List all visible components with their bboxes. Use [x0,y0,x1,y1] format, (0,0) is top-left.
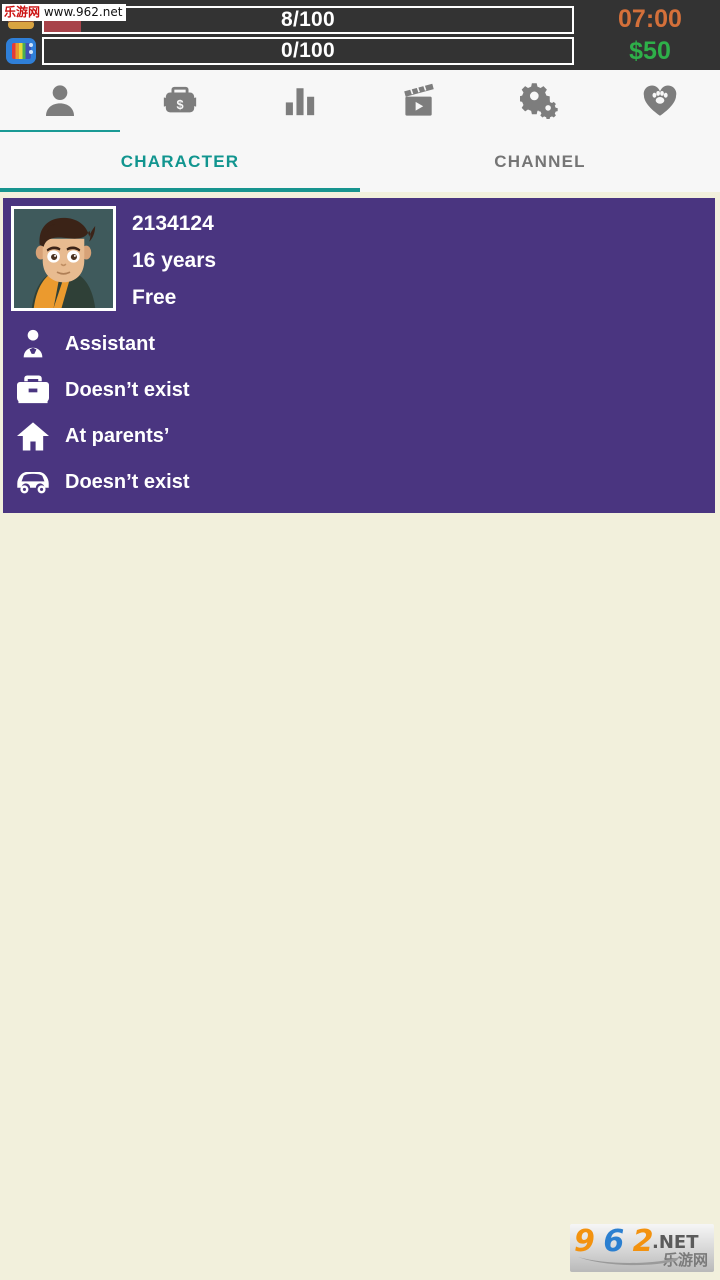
tab-pets[interactable] [600,70,720,132]
attribute-label-home: At parents’ [65,424,170,447]
avatar-image [14,209,113,308]
wm-swoosh-icon [578,1257,680,1266]
person-tie-icon [11,328,55,360]
bar-chart-icon [283,84,317,118]
attribute-label-car: Doesn’t exist [65,470,190,493]
watermark-top-url: www.962.net [43,5,123,19]
attribute-row-home[interactable]: At parents’ [11,413,715,459]
clapperboard-icon [399,82,441,120]
avatar[interactable] [11,206,116,311]
tab-stats[interactable] [240,70,360,132]
character-info: 2134124 16 years Free [116,206,216,310]
briefcase-dollar-icon: $ [160,84,200,118]
gears-icon [520,83,560,119]
watermark-top: 乐游网 www.962.net [2,4,127,21]
clock-display: 07:00 [618,4,682,33]
tab-character-text: CHARACTER [120,152,240,171]
tab-videos[interactable] [360,70,480,132]
watermark-bottom: 9 6 2 .NET 乐游网 [570,1224,714,1272]
status-right-panel: 07:00 $50 [580,0,720,70]
character-header: 2134124 16 years Free [3,198,715,311]
channel-meter-label: 0/100 [280,38,336,62]
section-tab-bar: CHARACTER CHANNEL [0,132,720,192]
character-card[interactable]: 2134124 16 years Free Assistant Doesn’t … [3,198,715,513]
car-icon [11,467,55,497]
character-status: Free [132,286,177,309]
attribute-row-car[interactable]: Doesn’t exist [11,459,715,505]
tab-work[interactable]: $ [120,70,240,132]
tab-character[interactable] [0,70,120,134]
attribute-row-job[interactable]: Assistant [11,321,715,367]
heart-paw-icon [641,84,679,118]
person-icon [40,81,80,121]
character-name: 2134124 [132,212,214,235]
briefcase-icon [11,374,55,406]
svg-text:$: $ [176,97,183,112]
channel-meter: 0/100 [42,36,574,65]
tab-channel-text: CHANNEL [494,152,586,171]
character-age: 16 years [132,249,217,272]
attribute-row-business[interactable]: Doesn’t exist [11,367,715,413]
tv-icon [6,37,36,64]
icon-tab-bar: $ [0,70,720,134]
house-icon [11,420,55,452]
tab-settings[interactable] [480,70,600,132]
tab-character-label[interactable]: CHARACTER [0,132,360,192]
attribute-label-business: Doesn’t exist [65,378,190,401]
attribute-label-job: Assistant [65,332,156,355]
money-display: $50 [629,36,671,65]
character-attributes: Assistant Doesn’t exist At parents’ Does… [3,311,715,505]
tab-channel-label[interactable]: CHANNEL [360,132,720,192]
watermark-top-cn: 乐游网 [4,5,41,19]
